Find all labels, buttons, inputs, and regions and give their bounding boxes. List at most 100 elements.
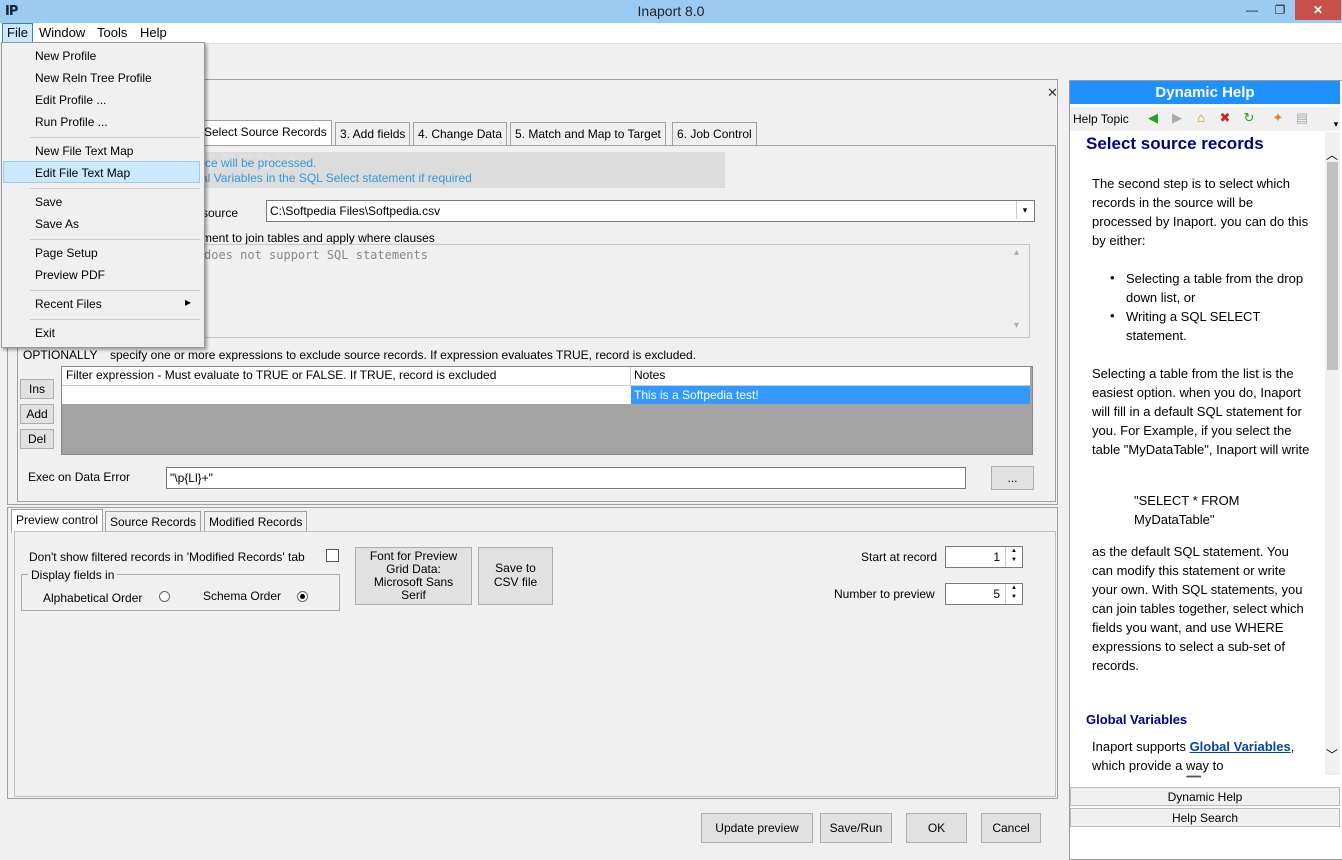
menu-tools[interactable]: Tools — [93, 25, 131, 41]
file-menu — [1, 42, 205, 348]
number-preview-spinner[interactable]: 5 ▲ ▼ — [945, 583, 1023, 605]
print-icon[interactable]: ▤ — [1294, 110, 1310, 126]
menu-page-setup[interactable]: Page Setup — [35, 246, 98, 260]
help-scroll-thumb[interactable] — [1327, 162, 1338, 370]
sql-text: does not support SQL statements — [204, 248, 428, 262]
help-content: Select source records The second step is… — [1070, 132, 1325, 775]
help-p4-start: Inaport supports — [1092, 739, 1190, 754]
help-subheading: Global Variables — [1086, 712, 1188, 727]
tab-change-data[interactable]: 4. Change Data — [413, 122, 508, 145]
menu-separator — [30, 319, 200, 320]
spin-arrows[interactable]: ▲ ▼ — [1005, 584, 1022, 604]
help-paragraph-1: The second step is to select which recor… — [1092, 176, 1309, 248]
scroll-down-icon[interactable]: ▾ — [1014, 320, 1019, 331]
save-run-button[interactable]: Save/Run — [820, 813, 892, 843]
menu-new-profile[interactable]: New Profile — [35, 49, 96, 63]
save-csv-line-1: Save to — [495, 561, 536, 575]
help-code: "SELECT * FROM MyDataTable" — [1134, 493, 1240, 527]
spin-up-icon[interactable]: ▲ — [1006, 584, 1022, 593]
scroll-down-icon[interactable]: ﹀ — [1326, 746, 1338, 763]
help-bullet-2: Writing a SQL SELECT statement. — [1126, 309, 1261, 343]
menu-separator — [30, 290, 200, 291]
forward-icon[interactable]: ▶ — [1169, 110, 1185, 126]
toolbar-chevron-icon[interactable]: ▾ — [1328, 116, 1342, 132]
refresh-icon[interactable]: ↻ — [1241, 110, 1257, 126]
alpha-order-radio[interactable] — [159, 591, 170, 602]
source-value: C:\Softpedia Files\Softpedia.csv — [270, 204, 441, 218]
grid-cell-notes[interactable]: This is a Softpedia test! — [631, 386, 1030, 404]
spin-arrows[interactable]: ▲ ▼ — [1005, 547, 1022, 567]
chevron-down-icon[interactable]: ▾ — [1016, 201, 1033, 219]
close-button[interactable]: ✕ — [1295, 0, 1341, 20]
tab-preview-control[interactable]: Preview control — [11, 509, 104, 533]
cancel-button[interactable]: Cancel — [981, 813, 1041, 843]
tab-job-control[interactable]: 6. Job Control — [672, 122, 757, 145]
sql-label: ment to join tables and apply where clau… — [202, 231, 435, 245]
tab-help-search[interactable]: Help Search — [1070, 808, 1340, 827]
spin-up-icon[interactable]: ▲ — [1006, 547, 1022, 556]
font-button-line-4: Serif — [401, 588, 426, 602]
optionally-text: specify one or more expressions to exclu… — [110, 348, 697, 362]
menu-edit-file-text-map[interactable]: Edit File Text Map — [35, 166, 130, 180]
save-csv-line-2: CSV file — [493, 575, 538, 589]
help-bullet-1: Selecting a table from the drop down lis… — [1126, 271, 1304, 305]
global-variables-link[interactable]: Global Variables — [1190, 739, 1291, 754]
menu-help[interactable]: Help — [136, 25, 171, 41]
spin-down-icon[interactable]: ▼ — [1006, 556, 1022, 565]
ins-button[interactable]: Ins — [20, 379, 54, 399]
tab-match-and-map[interactable]: 5. Match and Map to Target — [510, 122, 666, 145]
optionally-label: OPTIONALLY — [23, 348, 98, 362]
tab-add-fields[interactable]: 3. Add fields — [335, 122, 411, 145]
menu-run-profile[interactable]: Run Profile ... — [35, 115, 108, 129]
font-button[interactable]: Font for Preview Grid Data: Microsoft Sa… — [355, 547, 472, 605]
menu-recent-files[interactable]: Recent Files — [35, 297, 102, 311]
menu-preview-pdf[interactable]: Preview PDF — [35, 268, 105, 282]
minimize-button[interactable]: — — [1238, 0, 1266, 20]
stop-icon[interactable]: ✖ — [1217, 110, 1233, 126]
exec-value: "\p{Ll}+" — [170, 471, 213, 485]
scroll-up-icon[interactable]: ▴ — [1014, 247, 1019, 258]
dont-show-label: Don't show filtered records in 'Modified… — [29, 550, 305, 564]
menu-save-as[interactable]: Save As — [35, 217, 79, 231]
exec-label: Exec on Data Error — [28, 470, 131, 484]
tab-modified-records[interactable]: Modified Records — [204, 511, 308, 532]
menu-bar — [0, 23, 1342, 44]
menu-save[interactable]: Save — [35, 195, 62, 209]
exec-input[interactable] — [166, 467, 966, 489]
menu-new-reln-tree-profile[interactable]: New Reln Tree Profile — [35, 71, 152, 85]
menu-window[interactable]: Window — [35, 25, 89, 41]
sync-icon[interactable]: ✦ — [1270, 110, 1286, 126]
spin-down-icon[interactable]: ▼ — [1006, 593, 1022, 602]
tab-dynamic-help[interactable]: Dynamic Help — [1070, 787, 1340, 806]
number-preview-label: Number to preview — [834, 587, 935, 601]
menu-separator — [30, 239, 200, 240]
ok-button[interactable]: OK — [906, 813, 967, 843]
start-record-spinner[interactable]: 1 ▲ ▼ — [945, 546, 1023, 568]
back-icon[interactable]: ◀ — [1145, 110, 1161, 126]
splitter-grip[interactable]: •••••••••• — [1186, 774, 1201, 781]
tab-source-records[interactable]: Source Records — [105, 511, 202, 532]
schema-order-radio[interactable] — [297, 591, 308, 602]
tab-select-source-records[interactable]: Select Source Records — [199, 120, 332, 146]
source-label: source — [202, 206, 239, 220]
save-csv-button[interactable]: Save to CSV file — [478, 547, 553, 605]
help-title: Dynamic Help — [1070, 81, 1340, 104]
menu-separator — [30, 188, 200, 189]
start-record-label: Start at record — [861, 550, 938, 564]
bullet-icon: • — [1110, 308, 1115, 323]
home-icon[interactable]: ⌂ — [1193, 110, 1209, 126]
maximize-button[interactable]: ❐ — [1266, 0, 1294, 20]
scroll-up-icon[interactable]: ︿ — [1326, 146, 1338, 163]
add-button[interactable]: Add — [20, 404, 54, 424]
browse-button[interactable]: ... — [991, 466, 1034, 490]
panel-close-icon[interactable]: ✕ — [1047, 85, 1058, 101]
menu-separator — [30, 137, 200, 138]
del-button[interactable]: Del — [20, 429, 54, 449]
menu-exit[interactable]: Exit — [35, 326, 55, 340]
menu-new-file-text-map[interactable]: New File Text Map — [35, 144, 133, 158]
dont-show-checkbox[interactable] — [326, 549, 339, 562]
menu-edit-profile[interactable]: Edit Profile ... — [35, 93, 106, 107]
update-preview-button[interactable]: Update preview — [701, 813, 813, 843]
info-line-1: rce will be processed. — [201, 156, 317, 170]
menu-file[interactable]: File — [2, 23, 33, 43]
